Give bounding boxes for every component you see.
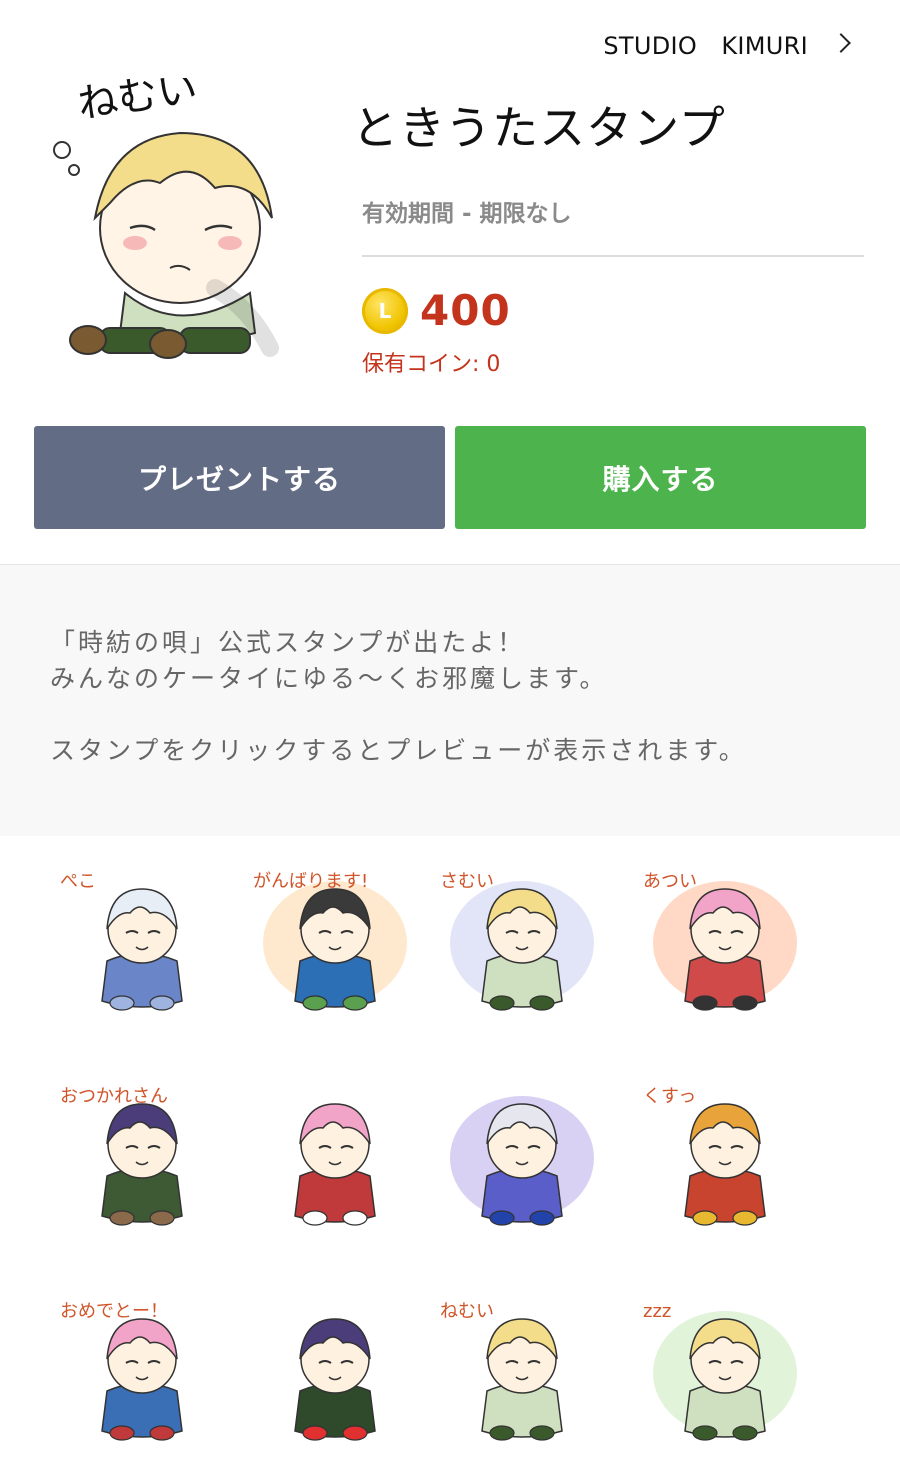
sticker-thumbnail[interactable]: さむい [432, 851, 602, 1021]
chevron-right-icon [831, 33, 851, 53]
sticker-title: ときうたスタンプ [352, 101, 726, 155]
main-image-caption: ねむい [75, 78, 200, 128]
price-value: 400 [420, 286, 511, 335]
sticker-caption: おつかれさん [60, 1086, 168, 1107]
owned-coins: 保有コイン: 0 [362, 352, 501, 377]
sticker-thumbnail[interactable]: ねむい [432, 1281, 602, 1451]
cheering-boy-blue-hat-icon: がんばります! [253, 871, 407, 1011]
bowing-white-hair-girl-icon: ぺこ [60, 871, 183, 1011]
sticker-caption: zzz [643, 1301, 671, 1322]
sticker-thumbnail[interactable] [245, 1281, 415, 1451]
validity-period: 有効期間 - 期限なし [362, 201, 572, 227]
hot-pink-hair-girl-icon: あつい [643, 871, 797, 1011]
description-panel: 「時紡の唄」公式スタンプが出たよ！ みんなのケータイにゆる～くお邪魔します。 ス… [0, 564, 900, 836]
celebrating-pair-icon: おめでとー！ [60, 1301, 183, 1441]
sticker-thumbnail[interactable]: がんばります! [245, 851, 415, 1021]
sticker-caption: さむい [440, 871, 494, 892]
description-line: 「時紡の唄」公式スタンプが出たよ！ [50, 628, 526, 657]
sad-white-hair-girl-icon [450, 1096, 594, 1226]
sticker-thumbnail[interactable]: くすっ [635, 1066, 805, 1236]
gift-button[interactable]: プレゼントする [34, 426, 445, 529]
sticker-thumbnail[interactable]: あつい [635, 851, 805, 1021]
sleeping-blond-boy-icon: zzz [643, 1301, 797, 1441]
sticker-grid: ぺこ がんばります! さむい あついおつかれさん くすっおめでとー！ ねむい zzz [0, 836, 900, 1458]
sticker-thumbnail[interactable]: おつかれさん [52, 1066, 222, 1236]
cold-blond-boy-icon: さむい [440, 871, 594, 1011]
description-line: みんなのケータイにゆる～くお邪魔します。 [50, 664, 608, 693]
sticker-thumbnail[interactable]: ぺこ [52, 851, 222, 1021]
sticker-thumbnail[interactable] [245, 1066, 415, 1236]
author-name: STUDIO KIMURI [603, 31, 808, 60]
sticker-caption: ぺこ [60, 871, 96, 892]
sticker-caption: おめでとー！ [60, 1301, 168, 1322]
sticker-caption: ねむい [440, 1301, 494, 1322]
sticker-thumbnail[interactable]: zzz [635, 1281, 805, 1451]
sticker-caption: がんばります! [253, 871, 368, 892]
giggling-orange-girl-icon: くすっ [643, 1086, 766, 1226]
sticker-main-image: ねむい [53, 78, 279, 359]
love-dark-elf-icon [294, 1318, 376, 1441]
description-line: スタンプをクリックするとプレビューが表示されます。 [50, 736, 747, 765]
laughing-pink-girl-icon [294, 1103, 376, 1226]
author-link[interactable]: STUDIO KIMURI [603, 26, 851, 60]
sticker-caption: あつい [643, 871, 697, 892]
sticker-thumbnail[interactable] [432, 1066, 602, 1236]
tired-dark-elf-icon: おつかれさん [60, 1086, 183, 1226]
divider [362, 255, 864, 257]
sticker-caption: くすっ [643, 1086, 696, 1107]
coin-icon: L [362, 288, 408, 334]
sleepy-blond-boy-icon: ねむい [440, 1301, 563, 1441]
buy-button[interactable]: 購入する [455, 426, 866, 529]
sticker-thumbnail[interactable]: おめでとー！ [52, 1281, 222, 1451]
